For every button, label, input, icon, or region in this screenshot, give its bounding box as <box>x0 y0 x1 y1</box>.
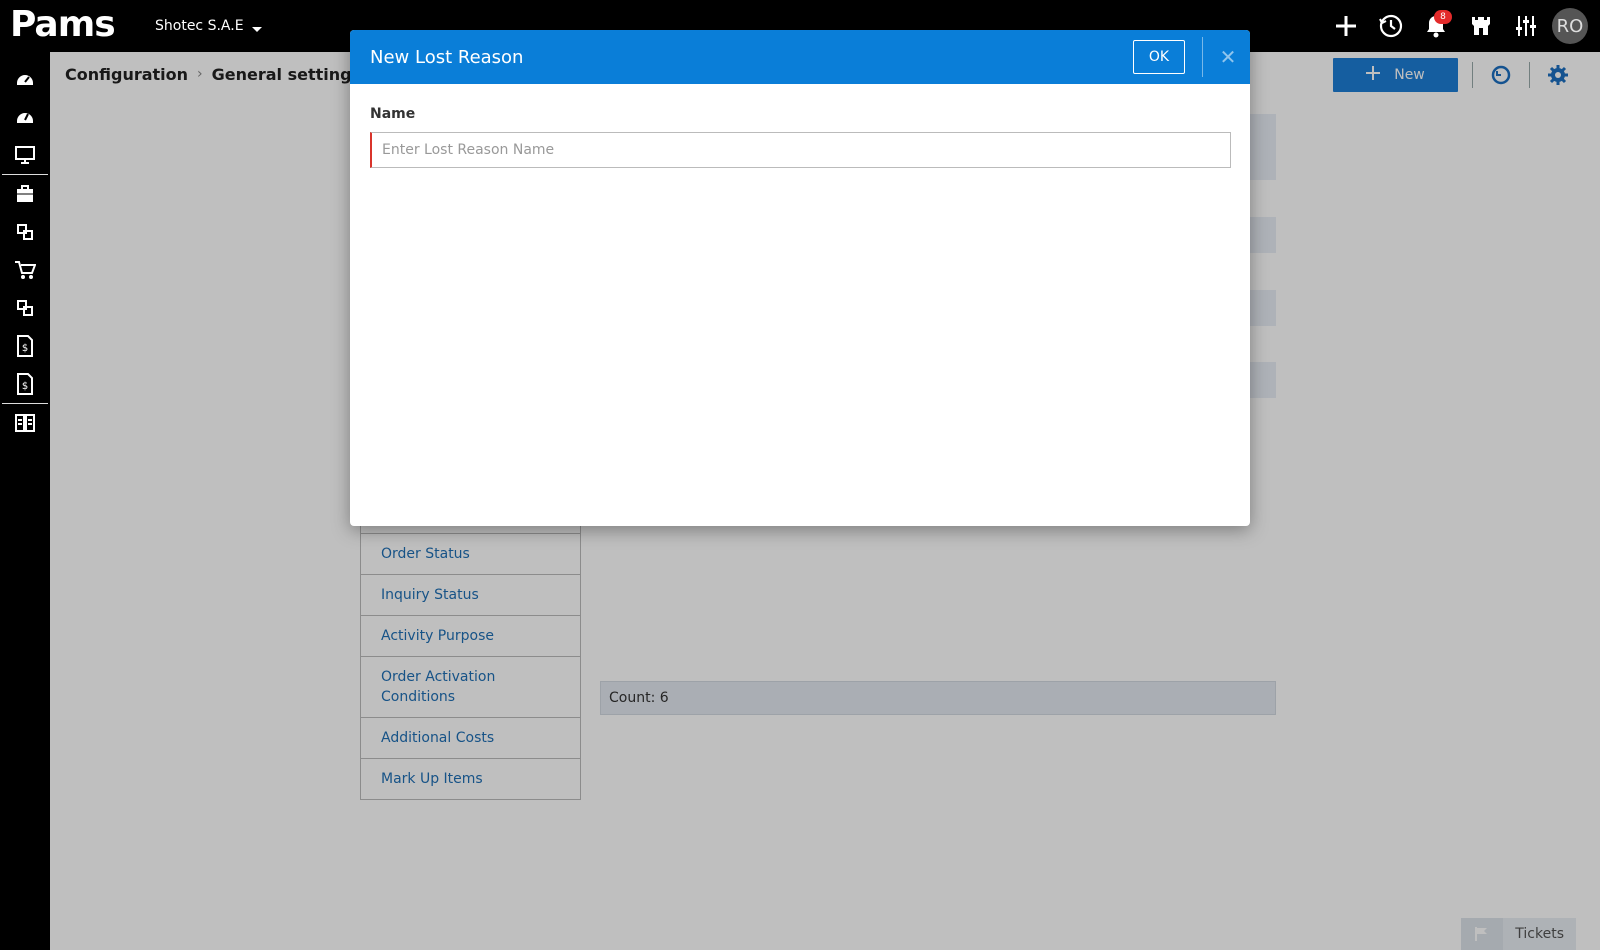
desktop-icon[interactable] <box>0 136 50 174</box>
modules-2-icon[interactable] <box>0 289 50 327</box>
svg-text:$: $ <box>22 381 28 392</box>
chevron-down-icon <box>251 26 262 32</box>
cart-icon[interactable] <box>0 251 50 289</box>
invoice-icon[interactable]: $ <box>0 327 50 365</box>
company-name: Shotec S.A.E <box>155 18 244 34</box>
company-selector[interactable]: Shotec S.A.E <box>155 18 262 34</box>
modules-icon[interactable] <box>0 213 50 251</box>
sliders-icon[interactable] <box>1503 0 1548 52</box>
bell-icon[interactable]: 8 <box>1413 0 1458 52</box>
svg-text:$: $ <box>22 343 28 354</box>
ok-button[interactable]: OK <box>1133 40 1185 74</box>
briefcase-icon[interactable] <box>0 175 50 213</box>
avatar[interactable]: RO <box>1552 8 1588 44</box>
invoice-2-icon[interactable]: $ <box>0 365 50 403</box>
close-icon[interactable]: ✕ <box>1214 43 1242 71</box>
sidebar: $ $ <box>0 52 50 950</box>
notification-badge: 8 <box>1434 10 1452 24</box>
lost-reason-name-input[interactable] <box>370 132 1231 168</box>
castle-icon[interactable] <box>1458 0 1503 52</box>
top-actions: 8 RO <box>1323 0 1600 52</box>
dashboard-icon[interactable] <box>0 60 50 98</box>
dialog-title: New Lost Reason <box>370 46 524 68</box>
name-field-label: Name <box>370 106 416 122</box>
new-lost-reason-dialog: New Lost Reason OK ✕ Name <box>350 30 1250 526</box>
reports-icon[interactable] <box>0 404 50 442</box>
history-icon[interactable] <box>1368 0 1413 52</box>
dialog-header: New Lost Reason OK ✕ <box>350 30 1250 84</box>
app-logo[interactable]: Pams <box>10 4 116 46</box>
header-divider <box>1202 37 1203 77</box>
logo-text: Pams <box>10 4 116 45</box>
gauge-icon[interactable] <box>0 98 50 136</box>
dialog-body: Name <box>350 84 1250 190</box>
add-icon[interactable] <box>1323 0 1368 52</box>
